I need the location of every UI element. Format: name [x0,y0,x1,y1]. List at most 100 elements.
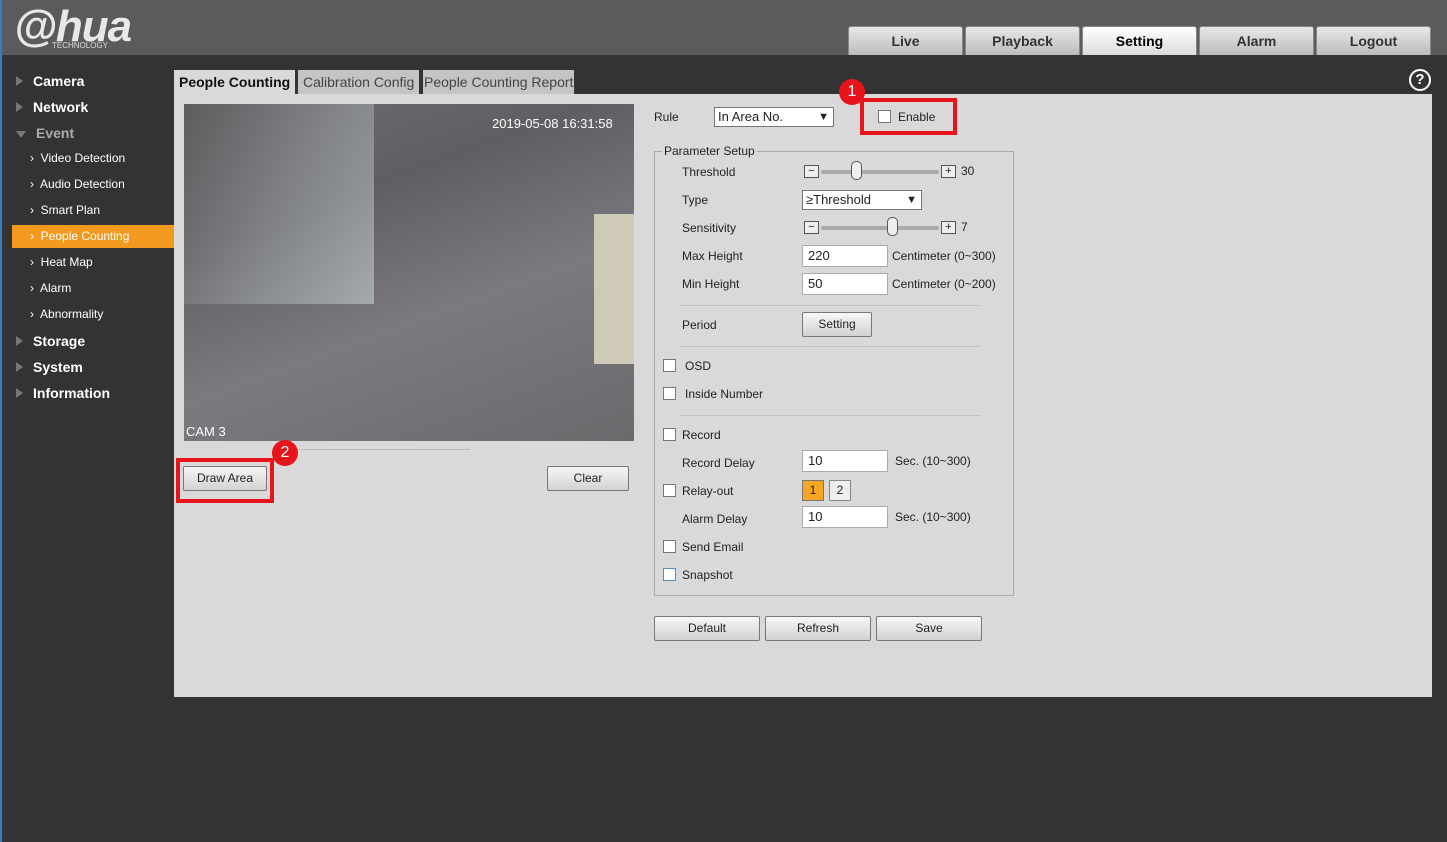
clear-button[interactable]: Clear [547,466,629,491]
nav-live[interactable]: Live [848,26,963,55]
record-delay-unit: Sec. (10~300) [895,454,971,468]
help-icon[interactable]: ? [1409,69,1431,91]
tab-people-counting[interactable]: People Counting [174,70,296,95]
type-select[interactable]: ≥Threshold ▼ [802,190,922,210]
record-label: Record [682,428,721,442]
label: Alarm [40,281,72,295]
min-height-input[interactable]: 50 [802,273,888,295]
minus-icon[interactable]: − [804,165,819,178]
enable-checkbox[interactable] [878,110,891,123]
max-height-input[interactable]: 220 [802,245,888,267]
threshold-value: 30 [961,164,975,178]
snapshot-label: Snapshot [682,568,733,582]
label: Event [36,125,75,141]
sidebar-system[interactable]: System [16,359,83,375]
chevron-down-icon: ▼ [906,194,917,206]
max-height-label: Max Height [682,249,743,263]
logo-subtitle: TECHNOLOGY [52,41,109,50]
label: System [33,359,83,375]
refresh-button[interactable]: Refresh [765,616,871,641]
sidebar-people-counting[interactable]: › People Counting [12,225,174,248]
enable-label: Enable [898,110,936,124]
threshold-slider[interactable] [821,170,939,174]
alarm-delay-label: Alarm Delay [682,512,748,526]
default-button[interactable]: Default [654,616,760,641]
nav-alarm[interactable]: Alarm [1199,26,1314,55]
sidebar-camera[interactable]: Camera [16,73,84,89]
label: Audio Detection [40,177,125,191]
sidebar-alarm[interactable]: › Alarm [12,277,174,300]
video-timestamp: 2019-05-08 16:31:58 [492,116,613,131]
record-delay-input[interactable]: 10 [802,450,888,472]
relay-1-button[interactable]: 1 [802,480,824,501]
sidebar-heat-map[interactable]: › Heat Map [12,251,174,274]
annotation-badge-1: 1 [839,79,865,105]
divider [680,305,980,306]
label: People Counting [40,229,130,243]
sensitivity-value: 7 [961,220,968,234]
period-label: Period [682,318,717,332]
value: ≥Threshold [806,192,871,207]
record-checkbox[interactable] [663,428,676,441]
osd-label: OSD [685,359,712,373]
triangle-icon [16,336,23,346]
value: In Area No. [718,109,784,124]
send-email-checkbox[interactable] [663,540,676,553]
label: Smart Plan [40,203,101,217]
sidebar-smart-plan[interactable]: › Smart Plan [12,199,174,222]
triangle-icon [16,102,23,112]
sidebar-storage[interactable]: Storage [16,333,85,349]
nav-setting[interactable]: Setting [1082,26,1197,55]
relay-out-checkbox[interactable] [663,484,676,497]
sidebar-network[interactable]: Network [16,99,88,115]
max-height-unit: Centimeter (0~300) [892,249,996,263]
snapshot-checkbox[interactable] [663,568,676,581]
triangle-icon [16,362,23,372]
sidebar-video-detection[interactable]: › Video Detection [12,147,174,170]
tab-people-counting-report[interactable]: People Counting Report [423,70,575,95]
inside-number-label: Inside Number [685,387,764,401]
label: Camera [33,73,85,89]
sidebar-abnormality[interactable]: › Abnormality [12,303,174,326]
label: Abnormality [40,307,104,321]
min-height-label: Min Height [682,277,740,291]
alarm-delay-input[interactable]: 10 [802,506,888,528]
sidebar-event[interactable]: Event [16,125,74,141]
label: Video Detection [40,151,126,165]
label: Storage [33,333,86,349]
threshold-label: Threshold [682,165,736,179]
camera-label: CAM 3 [186,424,226,439]
sidebar-information[interactable]: Information [16,385,110,401]
relay-out-label: Relay-out [682,484,734,498]
shelf [594,214,634,364]
nav-playback[interactable]: Playback [965,26,1080,55]
parameter-setup-legend: Parameter Setup [662,144,757,158]
sensitivity-slider-thumb[interactable] [886,217,898,236]
triangle-icon [16,388,23,398]
threshold-slider-thumb[interactable] [851,161,863,180]
min-height-unit: Centimeter (0~200) [892,277,996,291]
annotation-badge-2: 2 [272,440,298,466]
chevron-down-icon: ▼ [818,111,829,123]
inside-number-checkbox[interactable] [663,387,676,400]
minus-icon[interactable]: − [804,221,819,234]
triangle-icon [16,76,23,86]
relay-2-button[interactable]: 2 [829,480,851,501]
label: Heat Map [40,255,93,269]
save-button[interactable]: Save [876,616,982,641]
osd-checkbox[interactable] [663,359,676,372]
sensitivity-slider[interactable] [821,226,939,230]
rule-select[interactable]: In Area No. ▼ [714,107,834,127]
triangle-down-icon [16,131,26,138]
rule-label: Rule [654,110,679,124]
period-setting-button[interactable]: Setting [802,312,872,337]
plus-icon[interactable]: + [941,165,956,178]
nav-logout[interactable]: Logout [1316,26,1431,55]
video-preview[interactable]: 2019-05-08 16:31:58 CAM 3 [184,104,634,441]
glass-wall [184,104,374,304]
tab-calibration-config[interactable]: Calibration Config [298,70,420,95]
plus-icon[interactable]: + [941,221,956,234]
sidebar: Camera Network Event › Video Detection ›… [0,55,174,842]
sidebar-audio-detection[interactable]: › Audio Detection [12,173,174,196]
record-delay-label: Record Delay [682,456,755,470]
